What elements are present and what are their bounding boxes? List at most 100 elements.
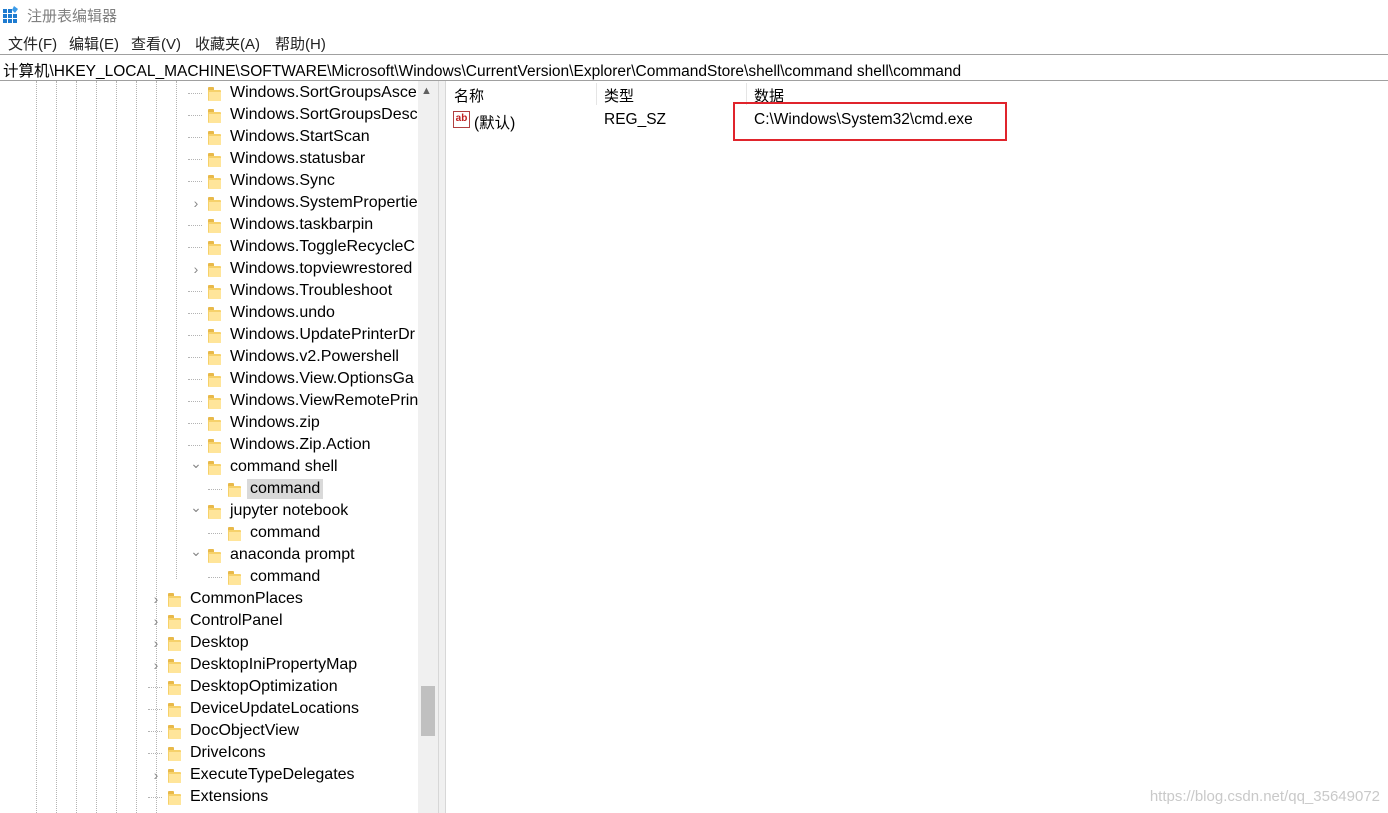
tree-node-label[interactable]: Windows.statusbar (227, 149, 368, 169)
tree-node[interactable]: DriveIcons (0, 742, 418, 764)
chevron-right-icon[interactable]: › (150, 614, 162, 628)
scroll-thumb[interactable] (421, 686, 435, 736)
tree-node[interactable]: Windows.ToggleRecycleC (0, 236, 418, 258)
tree-node[interactable]: › Windows.SystemProperties (0, 192, 426, 214)
tree-node-label[interactable]: Windows.SystemProperties (227, 193, 429, 213)
tree-node-label[interactable]: CommonPlaces (187, 589, 306, 609)
tree-node-label[interactable]: Windows.undo (227, 303, 338, 323)
chevron-right-icon[interactable]: › (150, 592, 162, 606)
values-pane[interactable]: 名称 类型 数据 ab (默认) REG_SZ C:\Windows\Syste… (446, 81, 1388, 813)
tree-node[interactable]: › ExecuteTypeDelegates (0, 764, 418, 786)
tree-node-label[interactable]: Windows.UpdatePrinterDr (227, 325, 418, 345)
tree-node-label[interactable]: command (247, 523, 323, 543)
column-header-type[interactable]: 类型 (604, 85, 634, 106)
tree-node-label[interactable]: DeviceUpdateLocations (187, 699, 362, 719)
folder-icon (168, 769, 181, 783)
tree-node[interactable]: Windows.StartScan (0, 126, 418, 148)
tree-node[interactable]: › CommonPlaces (0, 588, 418, 610)
tree-node[interactable]: › Desktop (0, 632, 418, 654)
tree-node[interactable]: Windows.statusbar (0, 148, 418, 170)
tree-node[interactable]: command (0, 566, 418, 588)
chevron-right-icon[interactable]: › (190, 196, 202, 210)
tree-node-label[interactable]: DriveIcons (187, 743, 269, 763)
tree-node[interactable]: DeviceUpdateLocations (0, 698, 418, 720)
tree-node-label[interactable]: Extensions (187, 787, 271, 807)
tree-node[interactable]: › Windows.topviewrestored (0, 258, 418, 280)
tree-node[interactable]: Windows.UpdatePrinterDr (0, 324, 418, 346)
tree-node-label[interactable]: Windows.View.OptionsGa (227, 369, 417, 389)
tree-node-label[interactable]: DesktopOptimization (187, 677, 341, 697)
column-header-name[interactable]: 名称 (454, 85, 484, 106)
tree-node-label[interactable]: jupyter notebook (227, 501, 351, 521)
folder-icon (208, 395, 221, 409)
tree-node-label[interactable]: Windows.v2.Powershell (227, 347, 402, 367)
tree-node[interactable]: DesktopOptimization (0, 676, 418, 698)
tree-node-label[interactable]: Windows.taskbarpin (227, 215, 376, 235)
chevron-right-icon[interactable]: › (150, 768, 162, 782)
column-divider[interactable] (596, 83, 597, 105)
tree-node-label[interactable]: Windows.Zip.Action (227, 435, 374, 455)
tree-node[interactable]: ⌄ anaconda prompt (0, 544, 418, 566)
tree-node-label[interactable]: command shell (227, 457, 341, 477)
tree-node[interactable]: Windows.ViewRemotePrin (0, 390, 418, 412)
tree-node-label[interactable]: ExecuteTypeDelegates (187, 765, 358, 785)
address-path[interactable]: 计算机\HKEY_LOCAL_MACHINE\SOFTWARE\Microsof… (3, 59, 961, 81)
tree-node-label[interactable]: Desktop (187, 633, 252, 653)
tree-node-label[interactable]: Windows.zip (227, 413, 323, 433)
tree-node[interactable]: Windows.SortGroupsAsce (0, 82, 418, 104)
menu-edit[interactable]: 编辑(E) (69, 33, 119, 54)
chevron-right-icon[interactable]: › (190, 262, 202, 276)
tree-node[interactable]: DocObjectView (0, 720, 418, 742)
tree-node[interactable]: Windows.zip (0, 412, 418, 434)
chevron-right-icon[interactable]: › (150, 658, 162, 672)
menu-help[interactable]: 帮助(H) (275, 33, 326, 54)
tree-node[interactable]: Windows.Sync (0, 170, 418, 192)
value-type[interactable]: REG_SZ (604, 111, 666, 129)
scroll-up-arrow-icon[interactable]: ▲ (421, 85, 432, 97)
tree-node-label[interactable]: Windows.Troubleshoot (227, 281, 395, 301)
tree-node-label[interactable]: Windows.StartScan (227, 127, 373, 147)
chevron-down-icon[interactable]: ⌄ (190, 500, 202, 514)
tree-scrollbar[interactable]: ▲ (418, 81, 438, 813)
tree-node-label[interactable]: DesktopIniPropertyMap (187, 655, 360, 675)
address-bar[interactable]: 计算机\HKEY_LOCAL_MACHINE\SOFTWARE\Microsof… (0, 55, 1388, 81)
tree-node[interactable]: command (0, 522, 418, 544)
tree-connector (188, 379, 202, 380)
tree-node-label[interactable]: command (247, 567, 323, 587)
tree-node-label[interactable]: anaconda prompt (227, 545, 358, 565)
tree-node-label[interactable]: ControlPanel (187, 611, 286, 631)
tree-node[interactable]: ⌄ command shell (0, 456, 418, 478)
tree-node[interactable]: ⌄ jupyter notebook (0, 500, 418, 522)
value-name[interactable]: (默认) (474, 111, 515, 133)
tree-node[interactable]: Windows.SortGroupsDesc (0, 104, 418, 126)
menu-file[interactable]: 文件(F) (8, 33, 57, 54)
tree-node-label[interactable]: Windows.SortGroupsDesc (227, 105, 421, 125)
tree-connector (148, 797, 162, 798)
folder-icon (208, 549, 221, 563)
chevron-right-icon[interactable]: › (150, 636, 162, 650)
tree-node[interactable]: Windows.View.OptionsGa (0, 368, 418, 390)
tree-node[interactable]: Windows.undo (0, 302, 418, 324)
menu-view[interactable]: 查看(V) (131, 33, 181, 54)
pane-splitter[interactable] (438, 81, 446, 813)
tree-node-label[interactable]: command (247, 479, 324, 499)
tree-node[interactable]: › DesktopIniPropertyMap (0, 654, 418, 676)
tree-node-label[interactable]: Windows.SortGroupsAsce (227, 83, 420, 103)
tree-node[interactable]: Windows.Zip.Action (0, 434, 418, 456)
tree-node-label[interactable]: Windows.ToggleRecycleC (227, 237, 418, 257)
tree-node[interactable]: Windows.v2.Powershell (0, 346, 418, 368)
chevron-down-icon[interactable]: ⌄ (190, 544, 202, 558)
tree-node-label[interactable]: Windows.Sync (227, 171, 338, 191)
chevron-down-icon[interactable]: ⌄ (190, 456, 202, 470)
tree-node[interactable]: › ControlPanel (0, 610, 418, 632)
tree-node[interactable]: Windows.Troubleshoot (0, 280, 418, 302)
tree-node[interactable]: Extensions (0, 786, 418, 808)
tree-connector (188, 357, 202, 358)
tree-node[interactable]: Windows.taskbarpin (0, 214, 418, 236)
tree-node-label[interactable]: Windows.ViewRemotePrin (227, 391, 421, 411)
tree-node-label[interactable]: Windows.topviewrestored (227, 259, 415, 279)
menu-favorites[interactable]: 收藏夹(A) (195, 33, 260, 54)
tree-node[interactable]: command (0, 478, 418, 500)
tree-node-label[interactable]: DocObjectView (187, 721, 302, 741)
key-tree[interactable]: Windows.SortGroupsAsce Windows.SortGroups… (0, 81, 438, 813)
